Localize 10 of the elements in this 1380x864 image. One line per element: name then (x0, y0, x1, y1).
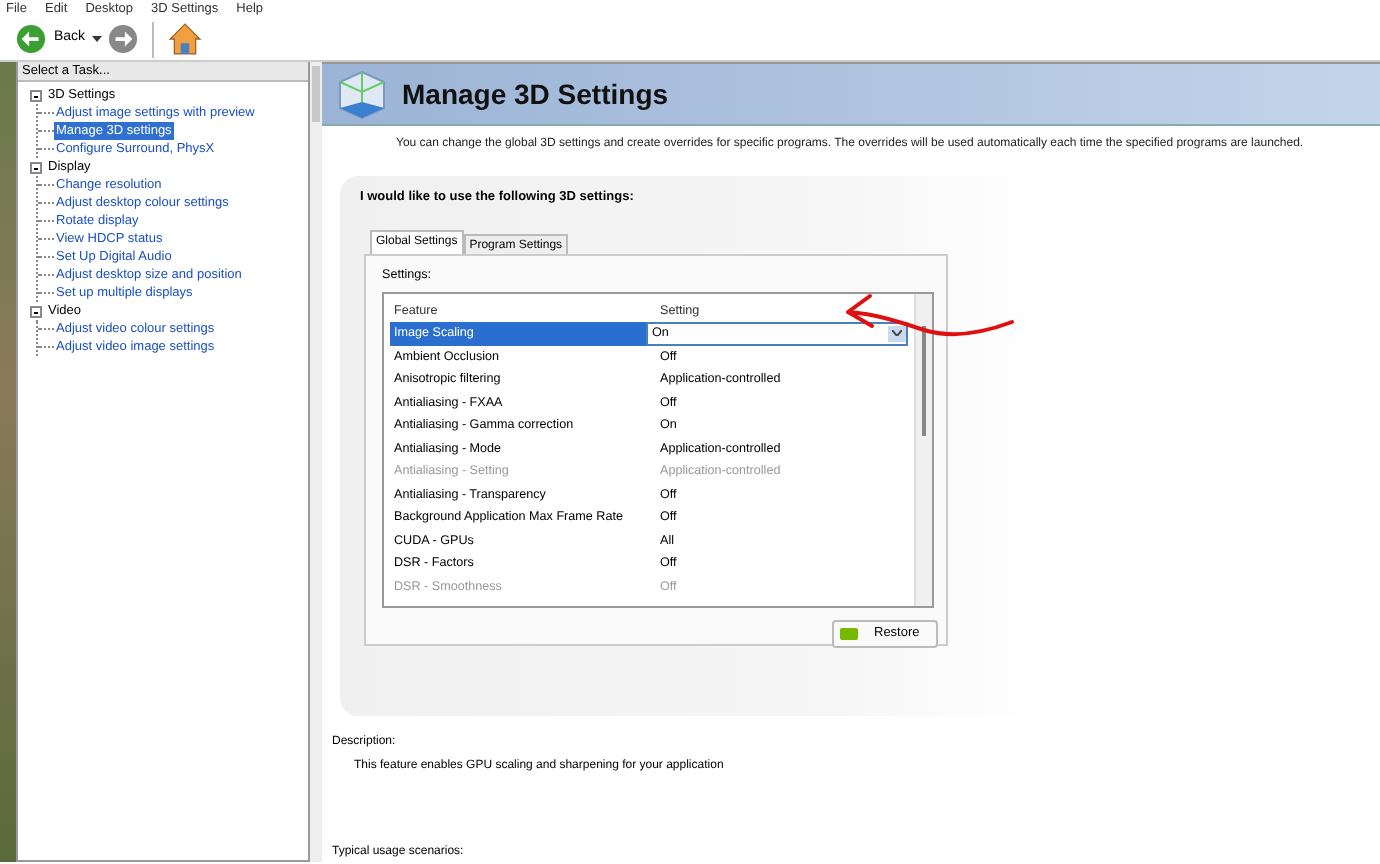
page-title: Manage 3D Settings (402, 75, 669, 114)
caret-icon[interactable] (91, 35, 102, 43)
dropdown-button[interactable] (888, 325, 906, 342)
expander-icon[interactable] (30, 305, 42, 317)
scrollbar[interactable] (914, 293, 932, 605)
cube-icon (334, 66, 390, 122)
expander-icon[interactable] (30, 89, 42, 101)
expander-icon[interactable] (30, 161, 42, 173)
scrollbar[interactable] (310, 62, 322, 862)
home-icon[interactable] (167, 22, 202, 56)
